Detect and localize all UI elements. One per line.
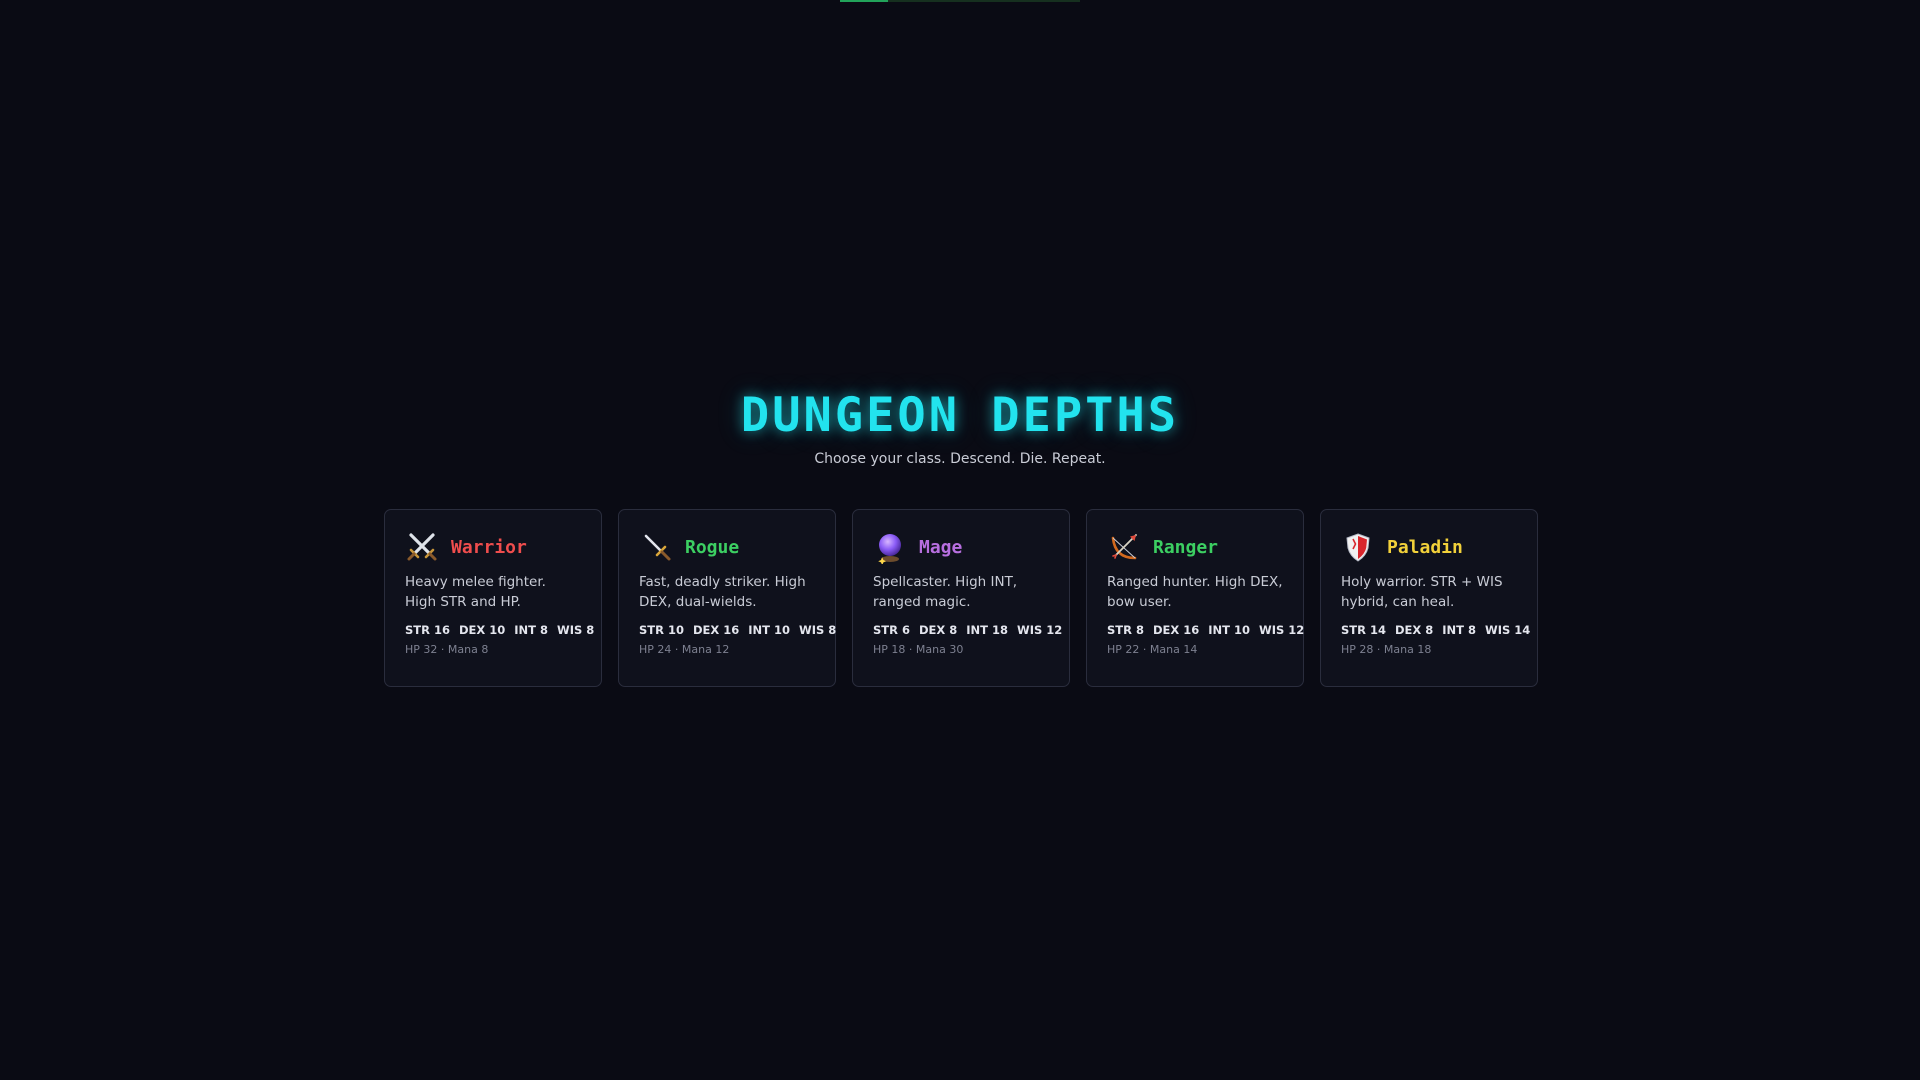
class-card-list: Warrior Heavy melee fighter. High STR an…	[384, 509, 1538, 687]
class-card-rogue[interactable]: Rogue Fast, deadly striker. High DEX, du…	[618, 509, 836, 687]
stat-wis: WIS 14	[1485, 623, 1531, 637]
stat-wis: WIS 12	[1017, 623, 1063, 637]
stat-dex: DEX 8	[919, 623, 958, 637]
stat-int: INT 18	[966, 623, 1009, 637]
class-card-ranger[interactable]: Ranger Ranged hunter. High DEX, bow user…	[1086, 509, 1304, 687]
class-resources: HP 24 · Mana 12	[639, 643, 730, 656]
stat-wis: WIS 8	[799, 623, 837, 637]
stat-str: STR 6	[873, 623, 910, 637]
stat-str: STR 14	[1341, 623, 1386, 637]
class-description: Holy warrior. STR + WIS hybrid, can heal…	[1341, 574, 1503, 610]
class-name: Warrior	[451, 536, 527, 558]
stat-int: INT 10	[1208, 623, 1251, 637]
class-stats: STR 16 DEX 10 INT 8 WIS 8	[405, 622, 594, 638]
class-card-paladin[interactable]: Paladin Holy warrior. STR + WIS hybrid, …	[1320, 509, 1538, 687]
class-resources: HP 18 · Mana 30	[873, 643, 964, 656]
class-card-warrior[interactable]: Warrior Heavy melee fighter. High STR an…	[384, 509, 602, 687]
class-stats: STR 14 DEX 8 INT 8 WIS 14	[1341, 622, 1530, 638]
class-select-screen: DUNGEON DEPTHS Choose your class. Descen…	[0, 0, 1920, 1080]
stat-int: INT 8	[514, 623, 549, 637]
stat-str: STR 8	[1107, 623, 1144, 637]
class-stats: STR 10 DEX 16 INT 10 WIS 8	[639, 622, 836, 638]
class-name: Mage	[919, 536, 963, 558]
bow-and-arrow-icon	[1107, 530, 1141, 564]
stat-dex: DEX 8	[1395, 623, 1434, 637]
class-description: Spellcaster. High INT, ranged magic.	[873, 574, 1018, 610]
stat-str: STR 10	[639, 623, 684, 637]
game-title: DUNGEON DEPTHS	[740, 388, 1180, 443]
stat-int: INT 10	[748, 623, 791, 637]
crossed-swords-icon	[405, 530, 439, 564]
stat-wis: WIS 8	[557, 623, 595, 637]
class-stats: STR 8 DEX 16 INT 10 WIS 12	[1107, 622, 1304, 638]
stat-dex: DEX 16	[1153, 623, 1200, 637]
stat-str: STR 16	[405, 623, 450, 637]
stat-wis: WIS 12	[1259, 623, 1305, 637]
class-description: Ranged hunter. High DEX, bow user.	[1107, 574, 1283, 610]
class-card-mage[interactable]: Mage Spellcaster. High INT, ranged magic…	[852, 509, 1070, 687]
loading-bar-fill	[840, 0, 888, 2]
game-subtitle: Choose your class. Descend. Die. Repeat.	[814, 451, 1106, 467]
stat-int: INT 8	[1442, 623, 1477, 637]
class-resources: HP 32 · Mana 8	[405, 643, 489, 656]
class-description: Heavy melee fighter. High STR and HP.	[405, 574, 546, 610]
dagger-icon	[639, 530, 673, 564]
stat-dex: DEX 10	[459, 623, 506, 637]
class-stats: STR 6 DEX 8 INT 18 WIS 12	[873, 622, 1062, 638]
class-name: Rogue	[685, 536, 740, 558]
class-name: Paladin	[1387, 536, 1463, 558]
class-description: Fast, deadly striker. High DEX, dual-wie…	[639, 574, 806, 610]
stat-dex: DEX 16	[693, 623, 740, 637]
shield-icon	[1341, 530, 1375, 564]
class-resources: HP 22 · Mana 14	[1107, 643, 1198, 656]
class-resources: HP 28 · Mana 18	[1341, 643, 1432, 656]
crystal-ball-icon	[873, 530, 907, 564]
class-name: Ranger	[1153, 536, 1219, 558]
loading-bar	[840, 0, 1080, 2]
